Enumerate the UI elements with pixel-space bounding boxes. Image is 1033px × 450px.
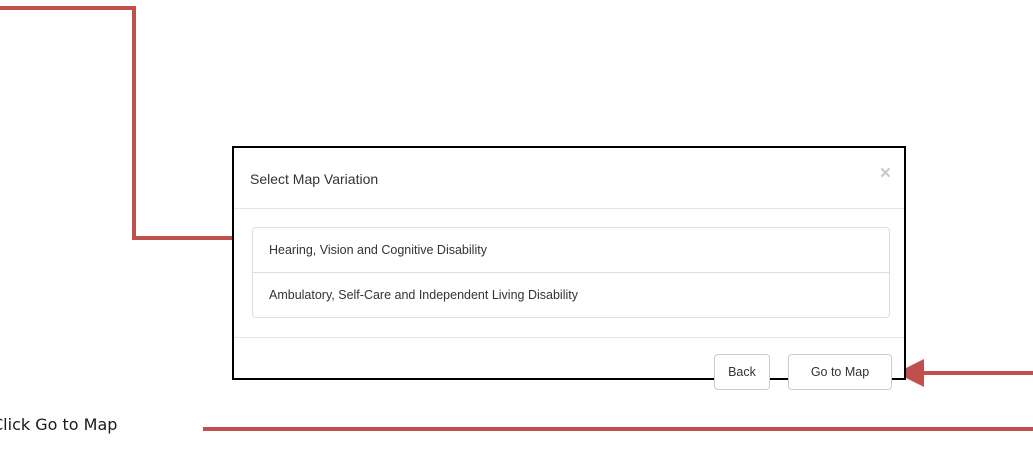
close-icon[interactable]: × [880,164,891,183]
go-to-map-button[interactable]: Go to Map [788,354,892,390]
list-item-hearing-vision-cognitive[interactable]: Hearing, Vision and Cognitive Disability [253,228,889,273]
dialog-header: Select Map Variation × [234,148,904,209]
arrow-to-first-option [0,6,266,252]
dialog-title: Select Map Variation [250,171,379,187]
map-variation-list: Hearing, Vision and Cognitive Disability… [252,227,890,318]
back-button[interactable]: Back [714,354,770,390]
list-item-ambulatory-selfcare-independent[interactable]: Ambulatory, Self-Care and Independent Li… [253,273,889,318]
dialog-footer-divider [234,337,904,338]
select-map-variation-dialog: Select Map Variation × Hearing, Vision a… [232,146,906,390]
instruction-text: Click Go to Map [0,415,118,434]
